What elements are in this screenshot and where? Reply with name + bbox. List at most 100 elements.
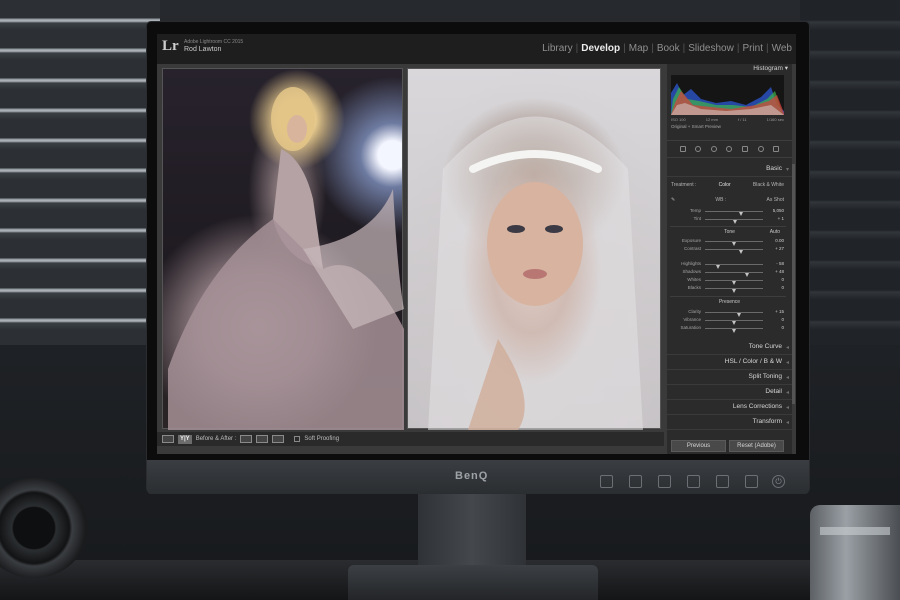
module-book[interactable]: Book bbox=[657, 43, 680, 54]
treatment-color-option[interactable]: Color bbox=[719, 182, 731, 188]
eyedropper-icon[interactable]: ✎ bbox=[671, 197, 675, 203]
slider-track[interactable] bbox=[705, 264, 763, 269]
module-library[interactable]: Library bbox=[542, 43, 573, 54]
lr-header: Lr Adobe Lightroom CC 2015 Rod Lawton Li… bbox=[157, 34, 796, 64]
detail-section[interactable]: Detail bbox=[667, 388, 792, 400]
monitor-button[interactable] bbox=[716, 475, 729, 488]
aperture-value: f / 11 bbox=[737, 117, 747, 122]
monitor-button[interactable] bbox=[658, 475, 671, 488]
smart-preview-status: Original + Smart Preview bbox=[671, 124, 721, 129]
vibrance-slider[interactable]: Vibrance 0 bbox=[671, 317, 784, 325]
swap-before-after-icon[interactable] bbox=[240, 435, 253, 443]
tone-curve-section[interactable]: Tone Curve bbox=[667, 343, 792, 355]
slider-track[interactable] bbox=[705, 249, 763, 254]
module-separator: | bbox=[651, 43, 654, 54]
transform-section[interactable]: Transform bbox=[667, 418, 792, 430]
red-eye-icon[interactable] bbox=[726, 146, 733, 152]
radial-filter-icon[interactable] bbox=[757, 146, 764, 152]
previous-button[interactable]: Previous bbox=[671, 440, 726, 452]
monitor-button[interactable] bbox=[600, 475, 613, 488]
lightroom-screen: Lr Adobe Lightroom CC 2015 Rod Lawton Li… bbox=[157, 34, 796, 454]
slider-value[interactable]: + 15 bbox=[775, 309, 784, 314]
lens-corrections-section[interactable]: Lens Corrections bbox=[667, 403, 792, 415]
module-develop[interactable]: Develop bbox=[581, 43, 620, 54]
identity-plate: Rod Lawton bbox=[184, 46, 222, 53]
before-image[interactable] bbox=[162, 68, 404, 430]
basic-section-header[interactable]: Basic bbox=[667, 165, 792, 177]
slider-track[interactable] bbox=[705, 320, 763, 325]
module-slideshow[interactable]: Slideshow bbox=[688, 43, 734, 54]
module-separator: | bbox=[682, 43, 686, 54]
copy-before-after-icon[interactable] bbox=[256, 435, 269, 443]
graduated-filter-icon[interactable] bbox=[742, 146, 749, 152]
slider-track[interactable] bbox=[705, 219, 763, 224]
slider-track[interactable] bbox=[705, 288, 763, 293]
whites-slider[interactable]: Whites 0 bbox=[671, 277, 784, 285]
shadows-slider[interactable]: Shadows + 48 bbox=[671, 269, 784, 277]
grid-overlay-icon[interactable] bbox=[679, 146, 686, 152]
monitor-button[interactable] bbox=[687, 475, 700, 488]
slider-value[interactable]: 0.00 bbox=[775, 238, 784, 243]
blacks-slider[interactable]: Blacks 0 bbox=[671, 285, 784, 293]
slider-track[interactable] bbox=[705, 280, 763, 285]
spot-removal-icon[interactable] bbox=[710, 146, 717, 152]
slider-knob[interactable] bbox=[733, 220, 738, 224]
wb-select[interactable]: As Shot bbox=[766, 197, 784, 203]
slider-knob[interactable] bbox=[732, 289, 736, 293]
module-separator: | bbox=[575, 43, 579, 54]
split-toning-section[interactable]: Split Toning bbox=[667, 373, 792, 385]
module-separator: | bbox=[623, 43, 626, 54]
before-after-view-button[interactable]: Y|Y bbox=[178, 434, 192, 444]
highlights-slider[interactable]: Highlights - 58 bbox=[671, 261, 784, 269]
temp-slider[interactable]: Temp 5,050 bbox=[671, 208, 784, 216]
clarity-slider[interactable]: Clarity + 15 bbox=[671, 309, 784, 317]
slider-knob[interactable] bbox=[732, 329, 736, 333]
after-image[interactable] bbox=[407, 68, 661, 430]
copy-after-before-icon[interactable] bbox=[272, 435, 285, 443]
slider-value[interactable]: + 27 bbox=[775, 246, 784, 251]
slider-track[interactable] bbox=[705, 328, 763, 333]
reset-button[interactable]: Reset (Adobe) bbox=[729, 440, 784, 452]
module-map[interactable]: Map bbox=[629, 43, 648, 54]
treatment-row: Treatment : Color Black & White bbox=[671, 182, 784, 188]
power-icon[interactable]: ⏻ bbox=[772, 475, 785, 488]
histogram-camera-info: ISO 100 12 mm f / 11 1/160 sec bbox=[671, 117, 784, 122]
slider-knob[interactable] bbox=[738, 250, 743, 254]
window-blinds-right bbox=[800, 0, 900, 345]
slider-value[interactable]: + 1 bbox=[778, 216, 784, 221]
soft-proofing-checkbox[interactable] bbox=[294, 436, 301, 442]
saturation-slider[interactable]: Saturation 0 bbox=[671, 325, 784, 333]
slider-value[interactable]: 0 bbox=[781, 317, 784, 322]
exposure-slider[interactable]: Exposure 0.00 bbox=[671, 238, 784, 246]
loupe-view-icon[interactable] bbox=[162, 435, 174, 443]
auto-tone-button[interactable]: Auto bbox=[770, 229, 780, 235]
contrast-slider[interactable]: Contrast + 27 bbox=[671, 246, 784, 254]
slider-label: Whites bbox=[687, 277, 701, 282]
slider-label: Blacks bbox=[687, 285, 701, 290]
treatment-bw-option[interactable]: Black & White bbox=[753, 182, 784, 188]
slider-value[interactable]: 0 bbox=[781, 325, 784, 330]
slider-value[interactable]: 5,050 bbox=[773, 208, 784, 213]
slider-label: Clarity bbox=[688, 309, 701, 314]
monitor-brand: BenQ bbox=[455, 470, 489, 482]
histogram bbox=[671, 75, 784, 115]
slider-value[interactable]: + 48 bbox=[775, 269, 784, 274]
slider-value[interactable]: - 58 bbox=[776, 261, 784, 266]
adjustment-brush-icon[interactable] bbox=[773, 146, 780, 152]
histogram-header[interactable]: Histogram ▾ bbox=[667, 64, 792, 74]
slider-value[interactable]: 0 bbox=[781, 285, 784, 290]
panel-scrollbar[interactable] bbox=[792, 164, 795, 404]
slider-track[interactable] bbox=[705, 211, 763, 216]
slider-track[interactable] bbox=[705, 272, 763, 277]
shutter-value: 1/160 sec bbox=[766, 117, 784, 122]
slider-track[interactable] bbox=[705, 312, 763, 317]
monitor-button[interactable] bbox=[629, 475, 642, 488]
slider-track[interactable] bbox=[705, 241, 763, 246]
module-web[interactable]: Web bbox=[772, 43, 792, 54]
monitor-button[interactable] bbox=[745, 475, 758, 488]
module-print[interactable]: Print bbox=[742, 43, 763, 54]
slider-value[interactable]: 0 bbox=[781, 277, 784, 282]
hsl-section[interactable]: HSL / Color / B & W bbox=[667, 358, 792, 370]
tint-slider[interactable]: Tint + 1 bbox=[671, 216, 784, 224]
crop-icon[interactable] bbox=[695, 146, 702, 152]
